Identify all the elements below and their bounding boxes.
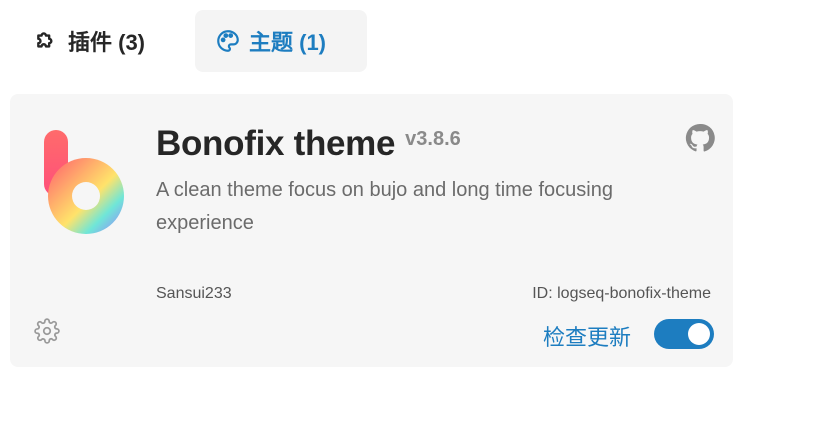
theme-version: v3.8.6 <box>405 128 461 150</box>
check-update-link[interactable]: 检查更新 <box>543 320 631 352</box>
tab-themes-label: 主题 (1) <box>249 30 327 55</box>
palette-icon <box>215 28 241 54</box>
theme-id: ID: logseq-bonofix-theme <box>532 285 711 302</box>
tab-plugins-label: 插件 (3) <box>68 30 146 55</box>
theme-description: A clean theme focus on bujo and long tim… <box>156 179 613 234</box>
github-icon[interactable] <box>684 122 716 154</box>
gear-icon[interactable] <box>34 318 60 344</box>
theme-card: Bonofix theme v3.8.6 A clean theme focus… <box>10 94 733 367</box>
theme-title: Bonofix theme <box>156 124 396 163</box>
enable-toggle[interactable] <box>654 319 714 349</box>
tab-bar: 插件 (3) 主题 (1) <box>0 0 816 80</box>
bonofix-logo <box>42 128 132 238</box>
tab-plugins[interactable]: 插件 (3) <box>14 10 174 72</box>
title-row: Bonofix theme v3.8.6 <box>156 124 461 164</box>
theme-author: Sansui233 <box>156 285 232 302</box>
toggle-knob <box>688 323 710 345</box>
tab-themes[interactable]: 主题 (1) <box>195 10 367 72</box>
puzzle-icon <box>34 28 60 54</box>
